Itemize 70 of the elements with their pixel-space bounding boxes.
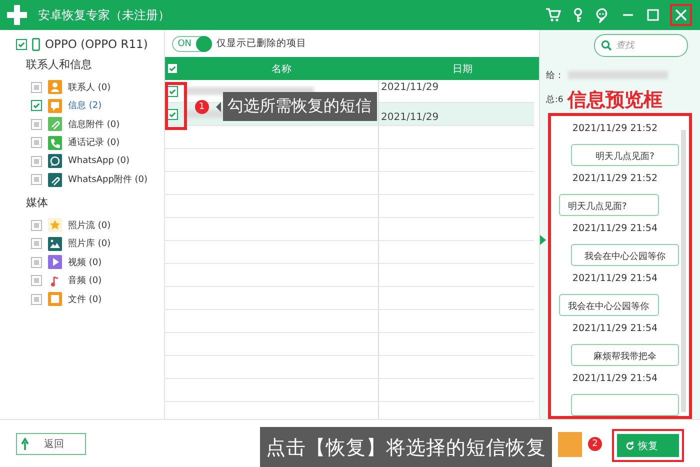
- play-icon: [48, 255, 62, 270]
- sidebar-item[interactable]: 照片库 (0): [68, 237, 111, 250]
- checkbox[interactable]: [31, 220, 42, 231]
- checkbox[interactable]: [16, 38, 27, 50]
- message-time: 2021/11/29 21:54: [571, 373, 659, 384]
- phone-icon: [32, 38, 40, 50]
- checkbox[interactable]: [31, 100, 42, 112]
- paperclip-icon: [48, 117, 62, 132]
- person-icon: [48, 80, 62, 94]
- recipient-label: 给：: [546, 70, 564, 82]
- date-cell: 2021/11/29: [381, 112, 439, 123]
- checkbox[interactable]: [31, 256, 42, 268]
- star-icon: [48, 218, 62, 232]
- message-time: 2021/11/29 21:54: [571, 273, 659, 284]
- chat-bubble-icon: [48, 98, 62, 113]
- sidebar-item[interactable]: WhatsApp附件 (0): [68, 173, 148, 186]
- device-name[interactable]: OPPO (OPPO R11): [45, 37, 148, 51]
- sidebar-item[interactable]: 信息附件 (0): [68, 118, 120, 131]
- message-time: 2021/11/29 21:52: [571, 173, 659, 184]
- search-icon: [601, 40, 612, 51]
- checkbox[interactable]: [31, 118, 42, 130]
- group-title: 媒体: [26, 195, 49, 210]
- sidebar-item[interactable]: 信息 (2): [68, 99, 102, 112]
- date-cell: 2021/11/29: [381, 82, 439, 93]
- plus-logo-icon: [6, 4, 28, 26]
- message-time: 2021/11/29 21:54: [571, 223, 659, 234]
- phone-icon: [48, 136, 62, 150]
- expand-arrow-icon[interactable]: [540, 235, 546, 245]
- sidebar-item[interactable]: WhatsApp (0): [68, 156, 130, 166]
- sidebar-item[interactable]: 联系人 (0): [68, 80, 111, 94]
- sidebar-item[interactable]: 照片流 (0): [68, 218, 111, 232]
- chat-circle-icon: [48, 154, 62, 168]
- sidebar-item[interactable]: 音频 (0): [68, 274, 102, 288]
- callout-text: 点击【恢复】将选择的短信恢复: [260, 427, 552, 467]
- message-bubble: 明天几点见面?: [571, 144, 679, 166]
- checkbox[interactable]: [31, 275, 42, 286]
- maximize-icon[interactable]: [645, 7, 661, 23]
- step-badge: 1: [194, 100, 209, 114]
- checkbox[interactable]: [31, 137, 42, 148]
- folder-icon: [48, 292, 62, 306]
- callout-text: 勾选所需恢复的短信: [222, 92, 377, 121]
- message-bubble: 我会在中心公园等你: [571, 244, 679, 266]
- message-time: 2021/11/29 21:52: [571, 123, 659, 134]
- message-bubble: 明天几点见面?: [559, 194, 659, 216]
- highlight-frame: [164, 82, 187, 130]
- picture-icon: [48, 236, 62, 251]
- sidebar-item[interactable]: 视频 (0): [68, 256, 102, 269]
- window-title: 安卓恢复专家（未注册）: [38, 6, 171, 24]
- sidebar-item[interactable]: 通话记录 (0): [68, 136, 120, 150]
- refresh-icon: [625, 440, 635, 450]
- checkbox[interactable]: [31, 82, 42, 93]
- checkbox[interactable]: [31, 294, 42, 305]
- filter-label: 仅显示已删除的项目: [216, 37, 307, 50]
- back-arrow-icon: [21, 438, 30, 450]
- sidebar-item[interactable]: 文件 (0): [68, 292, 102, 306]
- annotation-label: 信息预览框: [567, 88, 662, 113]
- group-title: 联系人和信息: [26, 57, 93, 72]
- message-time: 2021/11/29 21:54: [571, 323, 659, 334]
- step-badge: 2: [588, 437, 602, 451]
- checkbox[interactable]: [31, 174, 42, 186]
- checkbox[interactable]: [31, 238, 42, 250]
- total-count: 总:6: [546, 94, 564, 106]
- checkbox[interactable]: [166, 63, 178, 74]
- scrollbar[interactable]: [681, 130, 686, 412]
- message-bubble: 麻烦帮我带把伞: [571, 344, 679, 366]
- back-button[interactable]: 返回: [16, 432, 86, 454]
- message-bubble: 我会在中心公园等你: [559, 294, 659, 316]
- checkbox[interactable]: [31, 156, 42, 167]
- cart-icon[interactable]: [545, 7, 561, 23]
- paperclip-icon: [48, 172, 62, 187]
